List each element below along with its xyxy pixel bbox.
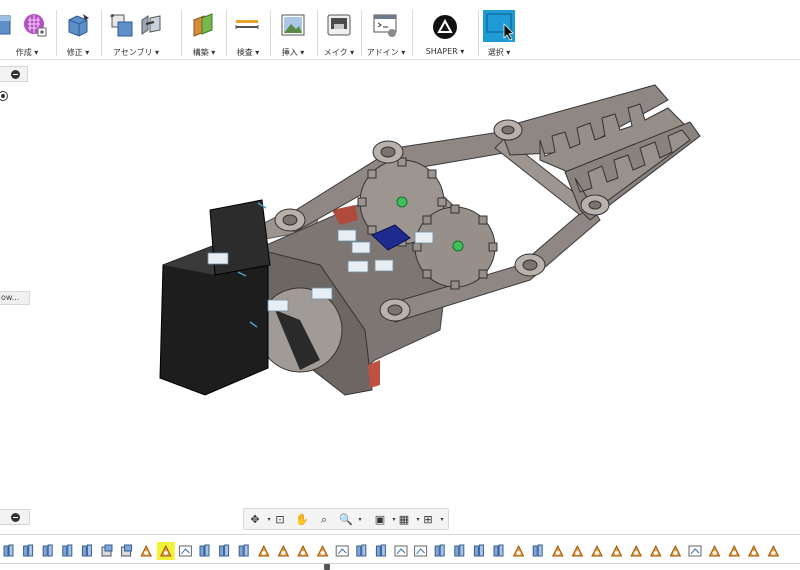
timeline-feature-joint[interactable]: [709, 545, 721, 557]
toolbar-separator: [270, 10, 271, 56]
select-menu[interactable]: 選択 ▾: [480, 0, 518, 60]
insert-label: 挿入 ▾: [281, 48, 305, 57]
timeline-feature-extrude[interactable]: [356, 544, 367, 557]
timeline-feature-joint[interactable]: [767, 545, 779, 557]
push-pull-icon: [68, 14, 89, 37]
new-component-icon: [110, 14, 133, 37]
construct-label: 構築 ▾: [192, 48, 216, 57]
timeline-feature-extrude[interactable]: [454, 544, 465, 557]
sketch-grid-icon: [24, 14, 47, 37]
toolbar-separator: [181, 10, 182, 56]
timeline-feature-extrude[interactable]: [81, 544, 92, 557]
timeline: [0, 534, 800, 570]
timeline-feature-extrude[interactable]: [375, 544, 386, 557]
timeline-feature-joint[interactable]: [669, 545, 681, 557]
timeline-feature-sketch[interactable]: [688, 545, 702, 557]
zoom-icon[interactable]: ⌕: [316, 512, 332, 528]
timeline-feature-joint[interactable]: [317, 545, 329, 557]
timeline-marker[interactable]: [324, 564, 330, 570]
select-label: 選択 ▾: [487, 48, 511, 57]
pan-icon[interactable]: ✋: [294, 512, 310, 528]
timeline-feature-joint[interactable]: [258, 545, 270, 557]
joint-icon: [141, 15, 161, 35]
timeline-feature-joint[interactable]: [140, 545, 152, 557]
collapse-icon: [11, 513, 20, 522]
timeline-feature-joint[interactable]: [277, 545, 289, 557]
modify-label: 修正 ▾: [66, 48, 90, 57]
lower-gear: [412, 204, 498, 290]
chevron-down-icon[interactable]: ▾: [352, 512, 368, 528]
toolbar-separator: [478, 10, 479, 56]
timeline-feature-joint[interactable]: [630, 545, 642, 557]
create-menu[interactable]: 作成 ▾: [0, 0, 54, 60]
timeline-feature-joint[interactable]: [728, 545, 740, 557]
timeline-feature-comp[interactable]: [121, 544, 133, 557]
chevron-down-icon[interactable]: ▾: [434, 512, 450, 528]
offset-plane-icon: [193, 13, 213, 37]
inspect-label: 検査 ▾: [236, 48, 260, 57]
make-label: メイク ▾: [323, 48, 355, 57]
timeline-feature-joint[interactable]: [591, 545, 603, 557]
addins-menu[interactable]: アドイン ▾: [363, 0, 409, 60]
navigation-bar: ✥ ▾ ⊡ ✋ ⌕ 🔍 ▾ ▣ ▾ ▦ ▾ ⊞ ▾: [243, 508, 449, 530]
toolbar-separator: [226, 10, 227, 56]
construct-menu[interactable]: 構築 ▾: [184, 0, 224, 60]
3d-print-icon: [327, 14, 351, 36]
scripts-icon: [373, 14, 397, 37]
shaper-logo-icon: [433, 15, 457, 39]
timeline-feature-joint[interactable]: [611, 545, 623, 557]
toolbar-separator: [101, 10, 102, 56]
timeline-feature-joint[interactable]: [650, 545, 662, 557]
timeline-feature-extrude[interactable]: [532, 544, 543, 557]
assemble-label: アセンブリ ▾: [112, 48, 160, 57]
look-at-icon[interactable]: ⊡: [272, 512, 288, 528]
timeline-feature-sketch[interactable]: [178, 545, 192, 557]
toolbar-separator: [361, 10, 362, 56]
addins-label: アドイン ▾: [366, 48, 406, 57]
toolbar-ribbon: 作成 ▾ 修正 ▾ アセンブリ ▾ 構築 ▾ 検査 ▾ 挿入 ▾ メイク ▾ ア…: [0, 0, 800, 60]
insert-menu[interactable]: 挿入 ▾: [272, 0, 314, 60]
toolbar-separator: [412, 10, 413, 56]
timeline-feature-joint[interactable]: [571, 545, 583, 557]
timeline-feature-joint[interactable]: [297, 545, 309, 557]
timeline-feature-extrude[interactable]: [42, 544, 53, 557]
extrude-icon: [0, 15, 11, 35]
timeline-feature-joint[interactable]: [748, 545, 760, 557]
timeline-feature-joint[interactable]: [552, 545, 564, 557]
timeline-feature-sketch[interactable]: [414, 545, 428, 557]
gripper-model[interactable]: [0, 60, 800, 505]
make-menu[interactable]: メイク ▾: [319, 0, 359, 60]
assemble-menu[interactable]: アセンブリ ▾: [104, 0, 168, 60]
timeline-feature-extrude[interactable]: [238, 544, 249, 557]
timeline-feature-comp[interactable]: [101, 544, 113, 557]
select-cursor-icon: [483, 10, 515, 42]
shaper-label: SHAPER ▾: [425, 47, 465, 56]
timeline-track: [0, 563, 800, 567]
canvas-viewport[interactable]: [0, 60, 800, 505]
shaper-menu[interactable]: SHAPER ▾: [414, 0, 476, 60]
modify-menu[interactable]: 修正 ▾: [58, 0, 98, 60]
comments-collapse-button[interactable]: [0, 509, 30, 525]
fusion360-window: 作成 ▾ 修正 ▾ アセンブリ ▾ 構築 ▾ 検査 ▾ 挿入 ▾ メイク ▾ ア…: [0, 0, 800, 570]
timeline-feature-extrude[interactable]: [434, 544, 445, 557]
timeline-feature-extrude[interactable]: [219, 544, 230, 557]
timeline-feature-extrude[interactable]: [62, 544, 73, 557]
inspect-menu[interactable]: 検査 ▾: [228, 0, 268, 60]
timeline-feature-sketch[interactable]: [394, 545, 408, 557]
timeline-feature-joint[interactable]: [513, 545, 525, 557]
timeline-feature-extrude[interactable]: [199, 544, 210, 557]
timeline-feature-extrude[interactable]: [3, 544, 14, 557]
insert-image-icon: [281, 14, 305, 36]
measure-icon: [235, 20, 259, 29]
timeline-feature-sketch[interactable]: [335, 545, 349, 557]
create-label: 作成 ▾: [15, 48, 39, 57]
timeline-feature-extrude[interactable]: [473, 544, 484, 557]
timeline-feature-extrude[interactable]: [23, 544, 34, 557]
toolbar-separator: [317, 10, 318, 56]
timeline-feature-extrude[interactable]: [493, 544, 504, 557]
toolbar-separator: [56, 10, 57, 56]
